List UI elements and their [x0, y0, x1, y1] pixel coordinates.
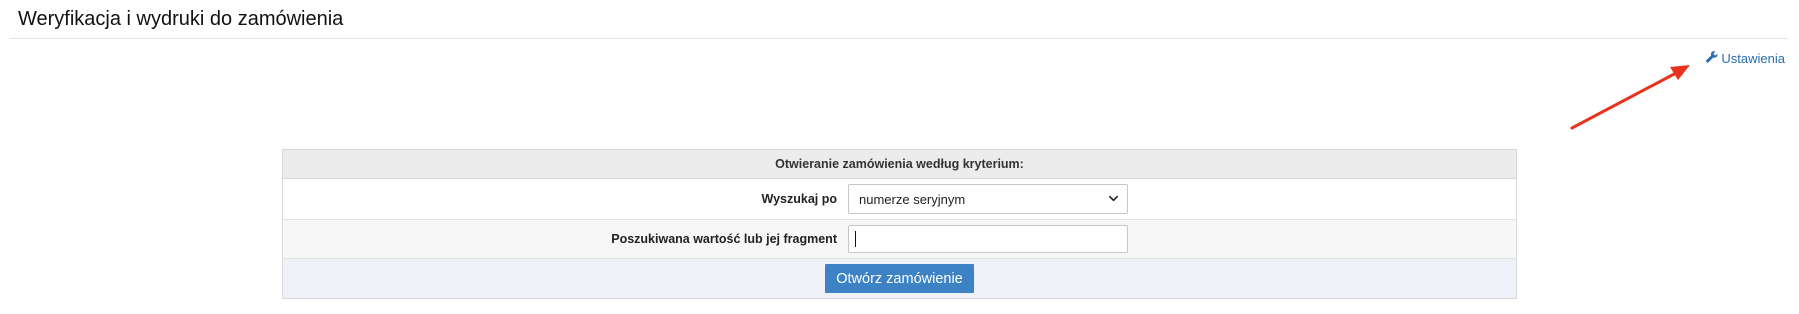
settings-link-label: Ustawienia	[1721, 51, 1785, 66]
text-caret	[855, 231, 856, 247]
chevron-down-icon	[1108, 192, 1119, 207]
search-by-cell: numerze seryjnym	[845, 178, 1517, 220]
annotation-arrow	[1570, 65, 1690, 130]
title-divider	[10, 38, 1788, 39]
search-by-label: Wyszukaj po	[282, 178, 845, 220]
page-title: Weryfikacja i wydruki do zamówienia	[18, 8, 344, 30]
submit-row: Otwórz zamówienie	[282, 258, 1517, 299]
search-value-input[interactable]	[848, 225, 1128, 253]
search-value-row: Poszukiwana wartość lub jej fragment	[282, 219, 1517, 259]
search-by-selected-value: numerze seryjnym	[859, 191, 966, 207]
open-order-button[interactable]: Otwórz zamówienie	[825, 264, 974, 293]
search-value-label: Poszukiwana wartość lub jej fragment	[282, 219, 845, 259]
search-by-row: Wyszukaj po numerze seryjnym	[282, 178, 1517, 220]
submit-cell: Otwórz zamówienie	[282, 258, 1517, 299]
form-header: Otwieranie zamówienia według kryterium:	[282, 149, 1517, 179]
search-value-cell	[845, 219, 1517, 259]
search-by-select[interactable]: numerze seryjnym	[848, 184, 1128, 214]
order-search-form: Otwieranie zamówienia według kryterium: …	[282, 149, 1517, 299]
